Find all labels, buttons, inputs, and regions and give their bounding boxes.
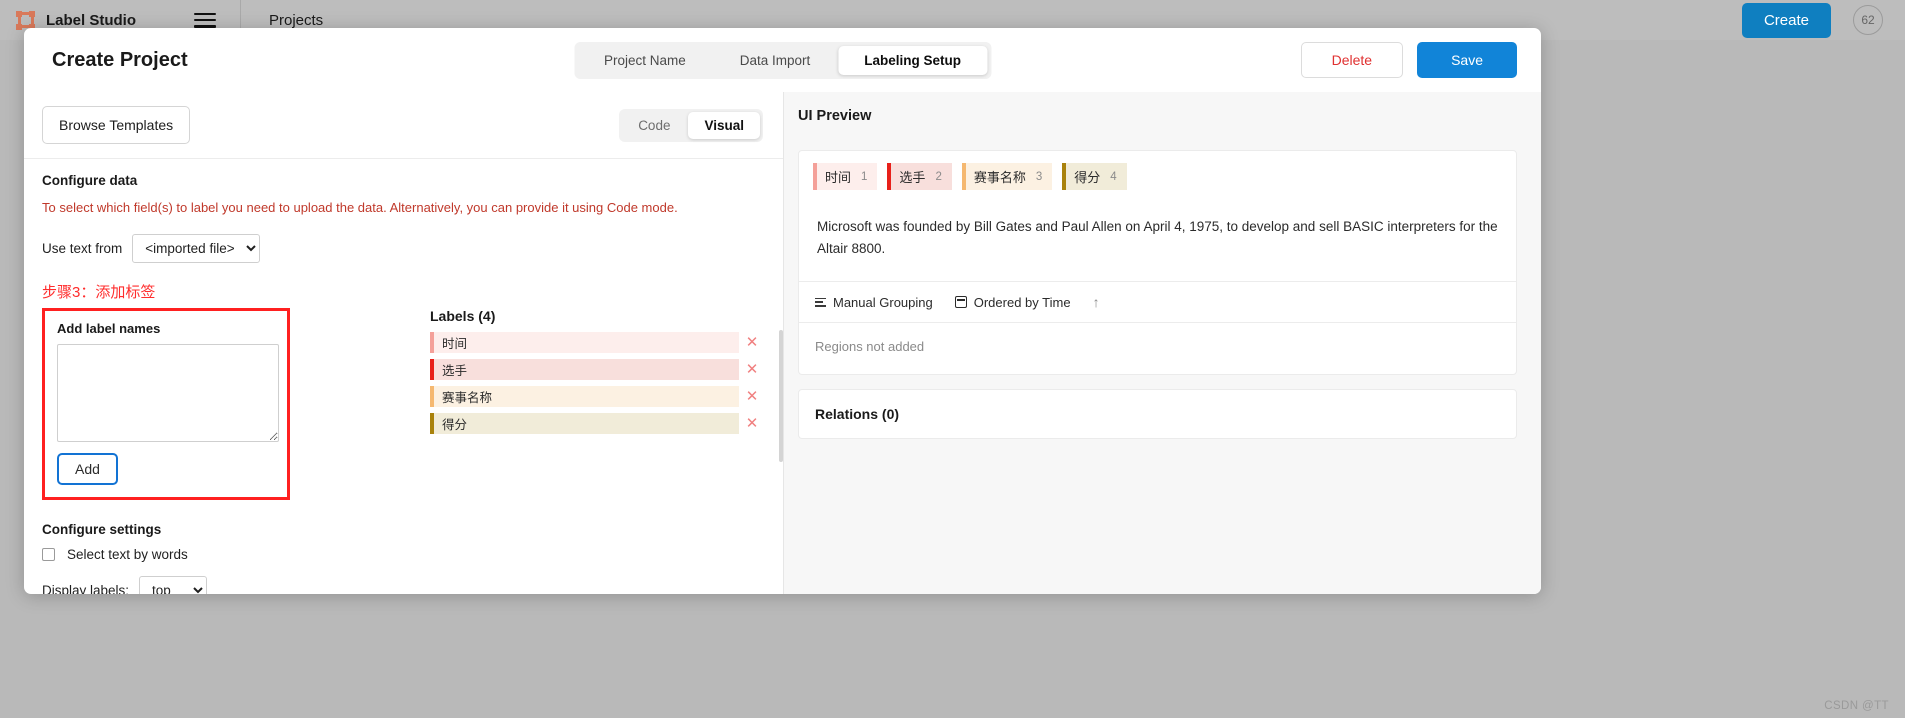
preview-sample-text[interactable]: Microsoft was founded by Bill Gates and … <box>799 202 1516 281</box>
ui-preview-title: UI Preview <box>798 108 872 124</box>
annotation-step-3: 步骤3：添加标签 <box>42 283 156 301</box>
brand[interactable]: Label Studio <box>0 10 170 30</box>
configure-data-section: Configure data To select which field(s) … <box>24 159 783 263</box>
display-labels-row: Display labels: top <box>42 575 765 595</box>
config-pane: Browse Templates Code Visual Configure d… <box>24 92 784 594</box>
labels-list: Labels (4) 时间 ✕ 选手 ✕ 赛事名称 ✕ 得分 ✕ <box>430 307 783 500</box>
ordered-by-time-button[interactable]: Ordered by Time <box>954 294 1071 310</box>
page-title: Create Project <box>52 48 188 71</box>
config-scroll-area: Browse Templates Code Visual Configure d… <box>24 92 783 594</box>
preview-label-chips: 时间 1 选手 2 赛事名称 3 得分 4 <box>799 151 1516 202</box>
configure-data-hint: To select which field(s) to label you ne… <box>42 200 678 215</box>
use-text-from-select[interactable]: <imported file> <box>132 233 261 263</box>
label-chip[interactable]: 得分 <box>430 412 739 434</box>
preview-chip-label: 时间 <box>825 170 852 185</box>
label-row: 时间 ✕ <box>430 331 765 353</box>
preview-chip[interactable]: 赛事名称 3 <box>961 163 1053 190</box>
mode-option-code[interactable]: Code <box>622 112 686 139</box>
labels-scrollbar[interactable] <box>779 329 783 462</box>
preview-chip-label: 得分 <box>1074 170 1101 185</box>
manual-grouping-label: Manual Grouping <box>833 294 933 310</box>
preview-chip-hotkey: 2 <box>935 170 942 183</box>
use-text-from-row: Use text from <imported file> <box>42 233 765 263</box>
add-label-names-title: Add label names <box>57 320 161 336</box>
label-studio-logo-icon <box>16 10 35 30</box>
editor-mode-toggle: Code Visual <box>619 108 763 142</box>
list-lines-icon <box>815 297 826 307</box>
avatar[interactable]: 62 <box>1853 5 1883 35</box>
use-text-from-label: Use text from <box>42 240 123 256</box>
relations-section[interactable]: Relations (0) <box>798 389 1517 440</box>
labels-heading: Labels (4) <box>430 307 496 324</box>
configure-settings-title: Configure settings <box>42 521 162 537</box>
add-label-button[interactable]: Add <box>57 452 118 485</box>
remove-label-icon[interactable]: ✕ <box>739 414 765 432</box>
ordered-by-time-label: Ordered by Time <box>973 294 1071 310</box>
preview-chip-hotkey: 1 <box>861 170 868 183</box>
regions-toolbar: Manual Grouping Ordered by Time ↑ <box>799 282 1516 322</box>
manual-grouping-button[interactable]: Manual Grouping <box>815 295 933 310</box>
ui-preview-pane: UI Preview 时间 1 选手 2 赛事名称 3 得分 4 Microso… <box>784 92 1541 594</box>
sort-direction-icon[interactable]: ↑ <box>1093 294 1100 310</box>
remove-label-icon[interactable]: ✕ <box>739 387 765 405</box>
templates-row: Browse Templates Code Visual <box>24 92 783 159</box>
preview-chip[interactable]: 选手 2 <box>887 163 952 190</box>
label-chip[interactable]: 选手 <box>430 358 739 380</box>
select-text-by-words-label: Select text by words <box>67 546 188 562</box>
label-names-textarea[interactable] <box>57 343 279 442</box>
regions-empty-state: Regions not added <box>815 339 925 355</box>
save-button[interactable]: Save <box>1417 42 1517 78</box>
add-label-names-box: Add label names Add <box>42 307 290 500</box>
configure-settings-section: Configure settings Select text by words … <box>24 500 783 595</box>
create-button[interactable]: Create <box>1741 2 1831 38</box>
modal-body: Browse Templates Code Visual Configure d… <box>24 92 1541 594</box>
window-icon <box>954 296 967 309</box>
delete-button[interactable]: Delete <box>1300 42 1404 78</box>
label-chip[interactable]: 赛事名称 <box>430 385 739 407</box>
mode-option-visual[interactable]: Visual <box>688 111 760 139</box>
modal-header: Create Project Project Name Data Import … <box>24 28 1541 92</box>
labels-area: Add label names Add Labels (4) 时间 ✕ 选手 ✕… <box>24 307 783 500</box>
wizard-tabs: Project Name Data Import Labeling Setup <box>573 41 992 79</box>
tab-project-name[interactable]: Project Name <box>578 46 712 75</box>
display-labels-label: Display labels: <box>42 582 130 595</box>
hamburger-menu-icon[interactable] <box>194 12 216 28</box>
preview-chip[interactable]: 时间 1 <box>813 163 878 190</box>
nav-item-projects[interactable]: Projects <box>241 12 323 29</box>
browse-templates-button[interactable]: Browse Templates <box>42 106 191 144</box>
select-text-by-words-row: Select text by words <box>42 547 765 562</box>
tab-labeling-setup[interactable]: Labeling Setup <box>838 45 988 75</box>
remove-label-icon[interactable]: ✕ <box>739 333 765 351</box>
label-row: 得分 ✕ <box>430 412 765 434</box>
create-project-modal: Create Project Project Name Data Import … <box>24 28 1541 594</box>
topbar-actions: Create 62 <box>1741 2 1905 38</box>
configure-data-title: Configure data <box>42 173 138 188</box>
remove-label-icon[interactable]: ✕ <box>739 360 765 378</box>
watermark: CSDN @TT <box>1824 700 1889 712</box>
preview-chip-label: 选手 <box>899 170 926 185</box>
preview-chip-hotkey: 3 <box>1035 170 1043 183</box>
label-row: 赛事名称 ✕ <box>430 385 765 407</box>
preview-chip-hotkey: 4 <box>1110 170 1117 183</box>
display-labels-select[interactable]: top <box>139 575 208 594</box>
label-row: 选手 ✕ <box>430 358 765 380</box>
preview-card: 时间 1 选手 2 赛事名称 3 得分 4 Microsoft was foun… <box>798 150 1517 376</box>
preview-chip[interactable]: 得分 4 <box>1062 163 1127 190</box>
screen-root: Label Studio Projects Create 62 Create P… <box>0 0 1905 718</box>
select-text-by-words-checkbox[interactable] <box>42 547 55 561</box>
tab-data-import[interactable]: Data Import <box>714 46 837 75</box>
modal-actions: Delete Save <box>1300 42 1517 78</box>
brand-label: Label Studio <box>46 11 136 29</box>
preview-chip-label: 赛事名称 <box>973 170 1026 185</box>
label-chip[interactable]: 时间 <box>430 331 739 353</box>
